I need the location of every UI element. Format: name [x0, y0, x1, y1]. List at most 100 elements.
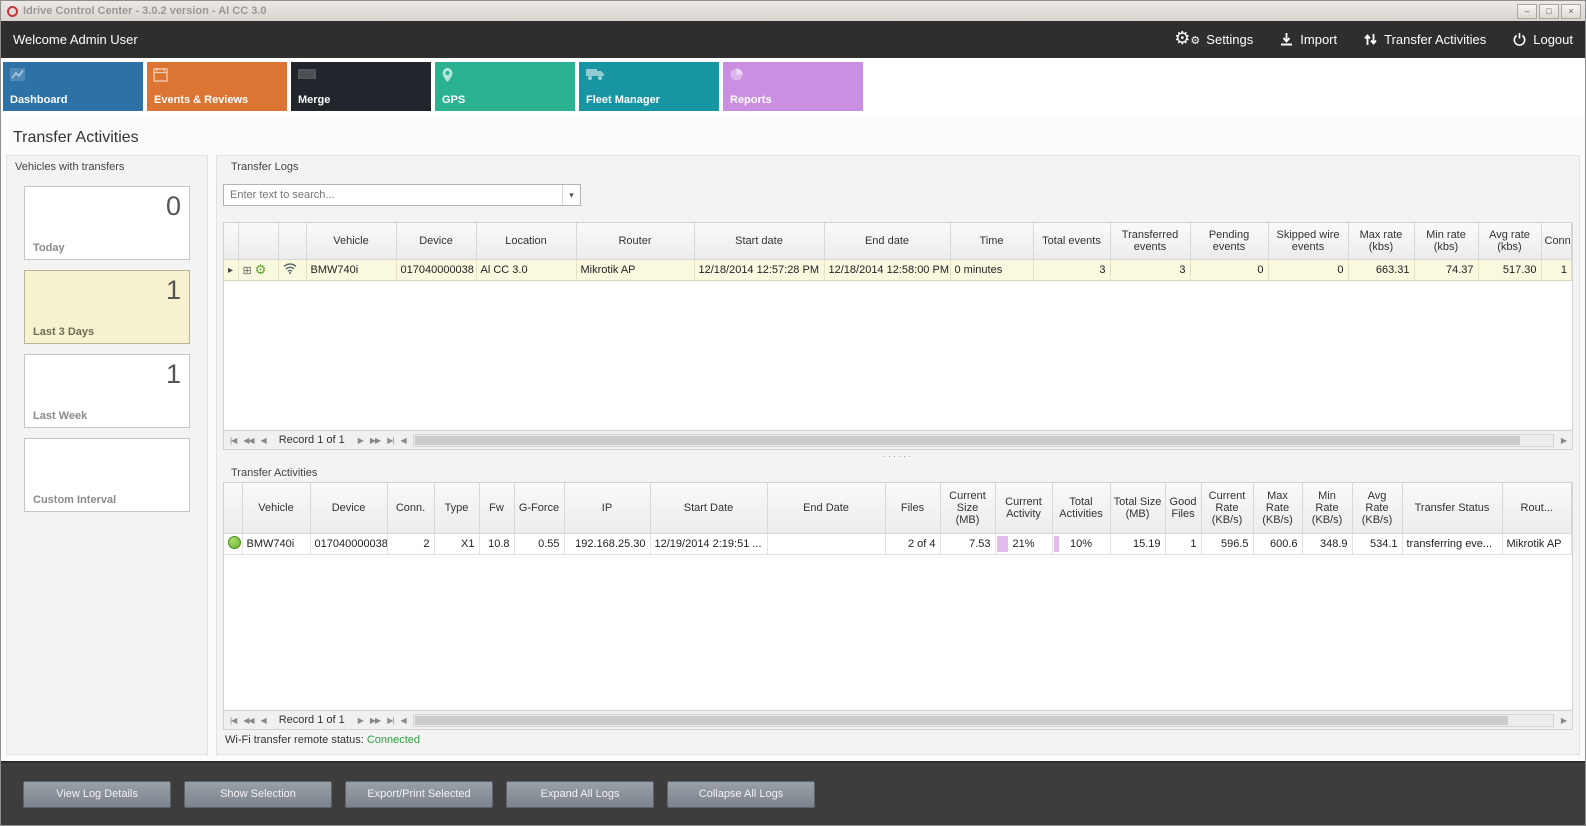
online-status-icon: [228, 536, 241, 549]
pager-prev-page-icon[interactable]: ◀◀: [243, 716, 253, 725]
logs-col-start-date[interactable]: Start date: [694, 223, 824, 259]
acts-col-files[interactable]: Files: [885, 483, 940, 533]
scroll-left-icon[interactable]: ◀: [400, 716, 405, 725]
chevron-down-icon[interactable]: ▾: [562, 185, 580, 205]
logs-col-location[interactable]: Location: [476, 223, 576, 259]
import-button[interactable]: Import: [1279, 32, 1337, 47]
pager-next-icon[interactable]: ▶: [358, 436, 363, 445]
logs-col-pending-events[interactable]: Pending events: [1190, 223, 1268, 259]
expand-row-icon[interactable]: ⊞: [243, 265, 252, 277]
acts-col-min-rate[interactable]: Min Rate (KB/s): [1302, 483, 1352, 533]
acts-col-conn[interactable]: Conn.: [387, 483, 434, 533]
acts-cell-good-files: 1: [1165, 533, 1201, 554]
logs-col-device[interactable]: Device: [396, 223, 476, 259]
acts-col-avg-rate[interactable]: Avg Rate (KB/s): [1352, 483, 1402, 533]
logs-col-transferred-events[interactable]: Transferred events: [1110, 223, 1190, 259]
tab-fleet-manager[interactable]: Fleet Manager: [579, 62, 719, 111]
acts-col-gforce[interactable]: G-Force: [514, 483, 564, 533]
acts-col-type[interactable]: Type: [434, 483, 479, 533]
logs-col-conn[interactable]: Conn.: [1541, 223, 1572, 259]
logs-horizontal-scrollbar[interactable]: [413, 434, 1554, 447]
pager-last-icon[interactable]: ▶|: [387, 436, 393, 445]
pager-next-icon[interactable]: ▶: [358, 716, 363, 725]
tab-merge[interactable]: Merge: [291, 62, 431, 111]
acts-col-transfer-status[interactable]: Transfer Status: [1402, 483, 1502, 533]
gps-pin-icon: [441, 67, 454, 88]
acts-col-total-size[interactable]: Total Size (MB): [1110, 483, 1165, 533]
tab-merge-label: Merge: [298, 94, 330, 106]
pager-first-icon[interactable]: |◀: [230, 436, 236, 445]
scroll-right-icon[interactable]: ▶: [1561, 436, 1566, 445]
minimize-button[interactable]: –: [1517, 4, 1537, 19]
content: Vehicles with transfers 0 Today 1 Last 3…: [1, 155, 1585, 761]
logs-cell-pending-events: 0: [1190, 259, 1268, 280]
logs-col-total-events[interactable]: Total events: [1033, 223, 1110, 259]
acts-col-current-activity[interactable]: Current Activity: [995, 483, 1052, 533]
acts-record-count: Record 1 of 1: [279, 714, 345, 726]
acts-col-fw[interactable]: Fw: [479, 483, 514, 533]
collapse-all-logs-button[interactable]: Collapse All Logs: [667, 781, 815, 808]
expand-all-logs-button[interactable]: Expand All Logs: [506, 781, 654, 808]
acts-col-max-rate[interactable]: Max Rate (KB/s): [1253, 483, 1302, 533]
logs-header-row: Vehicle Device Location Router Start dat…: [224, 223, 1572, 259]
tab-gps[interactable]: GPS: [435, 62, 575, 111]
logs-col-end-date[interactable]: End date: [824, 223, 950, 259]
settings-button[interactable]: ⚙⚙ Settings: [1174, 30, 1253, 49]
pager-prev-page-icon[interactable]: ◀◀: [243, 436, 253, 445]
acts-cell-min-rate: 348.9: [1302, 533, 1352, 554]
tab-events-reviews[interactable]: Events & Reviews: [147, 62, 287, 111]
tab-dashboard[interactable]: Dashboard: [3, 62, 143, 111]
close-button[interactable]: ×: [1561, 4, 1581, 19]
acts-col-total-activities[interactable]: Total Activities: [1052, 483, 1110, 533]
scroll-left-icon[interactable]: ◀: [400, 436, 405, 445]
logs-col-time[interactable]: Time: [950, 223, 1033, 259]
logs-scroll-thumb[interactable]: [415, 436, 1520, 445]
pager-first-icon[interactable]: |◀: [230, 716, 236, 725]
acts-col-end-date[interactable]: End Date: [767, 483, 885, 533]
events-calendar-icon: [153, 67, 168, 87]
show-selection-button[interactable]: Show Selection: [184, 781, 332, 808]
acts-col-good-files[interactable]: Good Files: [1165, 483, 1201, 533]
transfer-activities-button[interactable]: Transfer Activities: [1363, 32, 1486, 47]
tab-dashboard-label: Dashboard: [10, 94, 67, 106]
acts-horizontal-scrollbar[interactable]: [413, 714, 1554, 727]
pager-next-page-icon[interactable]: ▶▶: [370, 436, 380, 445]
acts-scroll-thumb[interactable]: [415, 716, 1509, 725]
acts-col-device[interactable]: Device: [310, 483, 387, 533]
pager-last-icon[interactable]: ▶|: [387, 716, 393, 725]
pager-next-page-icon[interactable]: ▶▶: [370, 716, 380, 725]
card-today[interactable]: 0 Today: [24, 186, 190, 260]
acts-col-current-rate[interactable]: Current Rate (KB/s): [1201, 483, 1253, 533]
logs-col-min-rate[interactable]: Min rate (kbs): [1414, 223, 1478, 259]
logs-col-avg-rate[interactable]: Avg rate (kbs): [1478, 223, 1541, 259]
logs-data-row[interactable]: ▸ ⊞ ⚙ BMW740i 017040000038 Al CC 3.0 Mik…: [224, 259, 1572, 280]
pager-prev-icon[interactable]: ◀: [261, 436, 266, 445]
gears-icon: ⚙⚙: [1174, 30, 1200, 49]
maximize-button[interactable]: □: [1539, 4, 1559, 19]
scroll-right-icon[interactable]: ▶: [1561, 716, 1566, 725]
card-last-3-days[interactable]: 1 Last 3 Days: [24, 270, 190, 344]
export-print-selected-button[interactable]: Export/Print Selected: [345, 781, 493, 808]
logs-col-vehicle[interactable]: Vehicle: [306, 223, 396, 259]
card-last-week[interactable]: 1 Last Week: [24, 354, 190, 428]
tab-reports[interactable]: Reports: [723, 62, 863, 111]
logout-button[interactable]: Logout: [1512, 32, 1573, 47]
view-log-details-button[interactable]: View Log Details: [23, 781, 171, 808]
search-input[interactable]: [224, 189, 562, 201]
logs-col-router[interactable]: Router: [576, 223, 694, 259]
panel-splitter[interactable]: ······: [223, 450, 1573, 462]
tab-events-reviews-label: Events & Reviews: [154, 94, 248, 106]
acts-col-start-date[interactable]: Start Date: [650, 483, 767, 533]
card-custom-interval[interactable]: Custom Interval: [24, 438, 190, 512]
wifi-transfer-status: Wi-Fi transfer remote status: Connected: [223, 730, 1573, 750]
logs-cell-avg-rate: 517.30: [1478, 259, 1541, 280]
logs-cell-transferred-events: 3: [1110, 259, 1190, 280]
logs-col-max-rate[interactable]: Max rate (kbs): [1348, 223, 1414, 259]
acts-col-router[interactable]: Rout...: [1502, 483, 1572, 533]
acts-col-ip[interactable]: IP: [564, 483, 650, 533]
acts-col-vehicle[interactable]: Vehicle: [242, 483, 310, 533]
pager-prev-icon[interactable]: ◀: [261, 716, 266, 725]
acts-col-current-size[interactable]: Current Size (MB): [940, 483, 995, 533]
acts-data-row[interactable]: BMW740i 017040000038 2 X1 10.8 0.55 192.…: [224, 533, 1572, 554]
logs-col-skipped-wire-events[interactable]: Skipped wire events: [1268, 223, 1348, 259]
